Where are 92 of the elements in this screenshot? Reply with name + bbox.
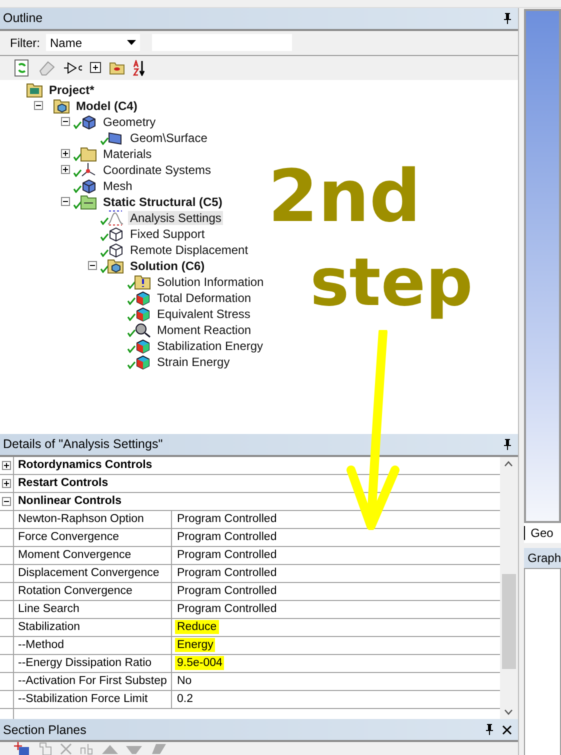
- property-name: --Method: [14, 636, 172, 654]
- graphics-viewport[interactable]: [524, 9, 561, 523]
- scroll-up-icon[interactable]: [504, 460, 514, 467]
- tree-item[interactable]: Coordinate Systems: [101, 162, 214, 177]
- tree-item[interactable]: Analysis Settings: [128, 210, 224, 225]
- axes-icon: [80, 162, 97, 178]
- tree-item[interactable]: Mesh: [101, 178, 134, 193]
- tree-item[interactable]: Geom\Surface: [128, 130, 210, 145]
- property-value[interactable]: Program Controlled: [175, 530, 279, 544]
- group-toggle[interactable]: [2, 478, 11, 488]
- cube-icon: [80, 114, 97, 130]
- add-plane-icon[interactable]: [14, 742, 30, 755]
- caret-icon: [127, 40, 136, 46]
- property-value[interactable]: Program Controlled: [175, 584, 279, 598]
- property-value[interactable]: Program Controlled: [175, 512, 279, 526]
- pin-icon[interactable]: [484, 724, 494, 736]
- tree-item[interactable]: Fixed Support: [128, 226, 207, 241]
- panel-title: Graph: [528, 551, 561, 565]
- sort-icon[interactable]: [133, 60, 145, 76]
- cube-icon: [107, 226, 124, 242]
- folder-icon: [26, 82, 43, 98]
- property-value[interactable]: Reduce: [175, 620, 219, 634]
- panel-title: Outline: [3, 11, 43, 26]
- tree-item[interactable]: Stabilization Energy: [155, 338, 266, 353]
- property-name: Displacement Convergence: [14, 564, 172, 582]
- filter-label: Filter:: [10, 36, 40, 50]
- contour-cube-icon: [134, 290, 151, 306]
- group-header[interactable]: Nonlinear Controls: [14, 492, 122, 510]
- folder-icon: [107, 258, 124, 274]
- property-name: Newton-Raphson Option: [14, 510, 172, 528]
- property-value[interactable]: Program Controlled: [175, 566, 279, 580]
- curve-icon: [107, 210, 124, 226]
- tree-toggle[interactable]: [61, 149, 70, 158]
- property-value[interactable]: No: [175, 674, 194, 688]
- tree-item[interactable]: Geometry: [101, 114, 158, 129]
- tree-toggle[interactable]: [34, 101, 43, 110]
- handwritten-note: 2nd: [268, 160, 421, 232]
- pin-icon[interactable]: [502, 12, 512, 24]
- scrollbar[interactable]: [500, 456, 518, 720]
- tree-toggle[interactable]: [61, 165, 70, 174]
- folder-icon: [53, 98, 70, 114]
- property-name: Rotation Convergence: [14, 582, 172, 600]
- tree-item[interactable]: Moment Reaction: [155, 322, 254, 337]
- property-name: Moment Convergence: [14, 546, 172, 564]
- property-name: --Energy Dissipation Ratio: [14, 654, 172, 672]
- property-value[interactable]: Energy: [175, 638, 216, 652]
- property-name: Line Search: [14, 600, 172, 618]
- contour-cube-icon: [134, 338, 151, 354]
- group-toggle[interactable]: [2, 460, 11, 470]
- property-name: Force Convergence: [14, 528, 172, 546]
- property-value[interactable]: Program Controlled: [175, 602, 279, 616]
- tree-item[interactable]: Project*: [47, 82, 96, 97]
- panel-title: Details of "Analysis Settings": [3, 437, 163, 452]
- property-name: --Activation For First Substep: [14, 672, 172, 690]
- refresh-icon[interactable]: [14, 58, 30, 77]
- tree-item[interactable]: Model (C4): [74, 98, 140, 113]
- contour-cube-icon: [134, 354, 151, 370]
- tree-item[interactable]: Solution Information: [155, 274, 266, 289]
- magnifier-icon: [134, 322, 151, 338]
- cube-icon: [107, 242, 124, 258]
- folder-icon: [134, 274, 151, 290]
- tree-item[interactable]: Total Deformation: [155, 290, 254, 305]
- property-value[interactable]: 9.5e-004: [175, 656, 224, 670]
- group-header[interactable]: Restart Controls: [14, 474, 108, 492]
- gate-icon[interactable]: [64, 62, 82, 74]
- property-value[interactable]: 0.2: [175, 692, 195, 706]
- expand-icon[interactable]: [90, 62, 101, 74]
- filter-dropdown[interactable]: Name: [46, 34, 140, 52]
- tree-item[interactable]: Materials: [101, 146, 154, 161]
- folder-icon[interactable]: [109, 60, 125, 75]
- tree-item[interactable]: Solution (C6): [128, 258, 207, 273]
- tree-toggle[interactable]: [61, 117, 70, 126]
- tree-item[interactable]: Remote Displacement: [128, 242, 250, 257]
- group-toggle[interactable]: [2, 496, 11, 506]
- folder-icon: [80, 194, 97, 210]
- tree-item[interactable]: Static Structural (C5): [101, 194, 224, 209]
- cube-icon: [80, 178, 97, 194]
- tree-toggle[interactable]: [88, 261, 97, 270]
- property-name: Stabilization: [14, 618, 172, 636]
- group-header[interactable]: Rotordynamics Controls: [14, 456, 152, 474]
- tree-item[interactable]: Strain Energy: [155, 354, 232, 369]
- pin-icon[interactable]: [502, 438, 512, 450]
- surface-icon: [107, 130, 124, 146]
- property-name: --Stabilization Force Limit: [14, 690, 172, 708]
- close-icon[interactable]: [502, 724, 512, 735]
- scroll-down-icon[interactable]: [504, 709, 514, 716]
- panel-title: Section Planes: [3, 722, 86, 737]
- contour-cube-icon: [134, 306, 151, 322]
- property-value[interactable]: Program Controlled: [175, 548, 279, 562]
- tree-item[interactable]: Equivalent Stress: [155, 306, 252, 321]
- tree-toggle[interactable]: [61, 197, 70, 206]
- folder-icon: [80, 146, 97, 162]
